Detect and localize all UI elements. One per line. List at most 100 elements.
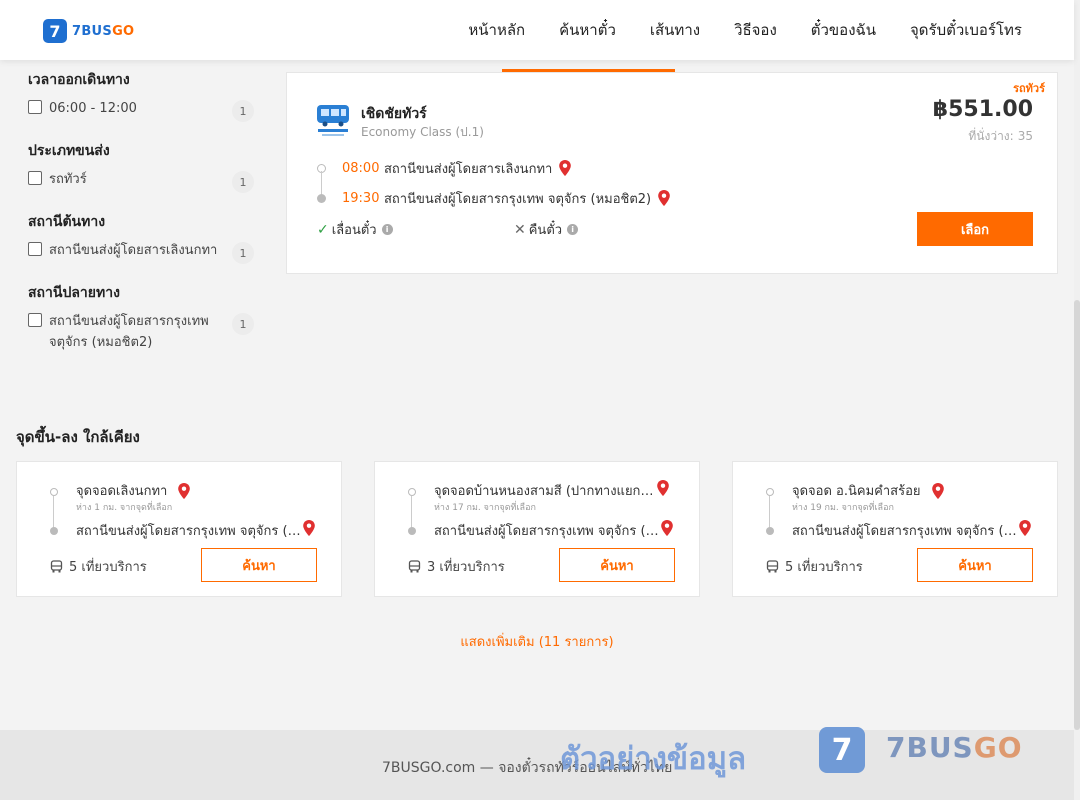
stop-dot: [766, 527, 774, 535]
nav-my-tickets[interactable]: ตั๋วของฉัน: [811, 18, 876, 42]
nearby-from-label: จุดจอดบ้านหนองสามสี (ปากทางแยกบ้านหนองสา…: [434, 484, 659, 499]
filter-sidebar: เวลาออกเดินทาง 06:00 - 12:00 1 ประเภทขนส…: [28, 66, 258, 371]
stop-connector: [769, 496, 770, 528]
x-icon: ✕: [514, 221, 526, 238]
filter-count-badge: 1: [232, 171, 254, 193]
filter-checkbox[interactable]: [28, 171, 42, 185]
map-pin-icon[interactable]: [302, 520, 316, 536]
filter-title: เวลาออกเดินทาง: [28, 72, 130, 88]
filter-transport-type: ประเภทขนส่ง รถทัวร์ 1: [28, 137, 258, 194]
filter-origin-station: สถานีต้นทาง สถานีขนส่งผู้โดยสารเลิงนกทา …: [28, 208, 258, 265]
nav-routes[interactable]: เส้นทาง: [650, 18, 700, 42]
nearby-from: จุดจอดเลิงนกทา: [76, 480, 326, 501]
filter-count-badge: 1: [232, 313, 254, 335]
operator-name: เชิดชัยทัวร์: [361, 106, 427, 122]
show-more-link[interactable]: แสดงเพิ่มเติม (11 รายการ): [0, 631, 1074, 652]
filter-option-label[interactable]: สถานีขนส่งผู้โดยสารเลิงนกทา: [49, 240, 219, 261]
nearby-from: จุดจอดบ้านหนองสามสี (ปากทางแยกบ้านหนองสา…: [434, 480, 684, 501]
filter-option-label[interactable]: สถานีขนส่งผู้โดยสารกรุงเทพ จตุจักร (หมอช…: [49, 311, 219, 353]
arrival-station: สถานีขนส่งผู้โดยสารกรุงเทพ จตุจักร (หมอช…: [384, 191, 652, 207]
info-icon[interactable]: i: [567, 224, 579, 235]
filter-option[interactable]: สถานีขนส่งผู้โดยสารกรุงเทพ จตุจักร (หมอช…: [28, 307, 258, 357]
nearby-from: จุดจอด อ.นิคมคำสร้อย: [792, 480, 1042, 501]
filter-checkbox[interactable]: [28, 242, 42, 256]
check-icon: ✓: [317, 221, 329, 238]
stop-connector: [53, 496, 54, 528]
filter-destination-station: สถานีปลายทาง สถานีขนส่งผู้โดยสารกรุงเทพ …: [28, 279, 258, 357]
bus-icon: [408, 560, 421, 573]
nearby-search-button[interactable]: ค้นหา: [917, 548, 1033, 582]
bus-icon: [50, 560, 63, 573]
nearby-card: จุดจอดเลิงนกทา ห่าง 1 กม. จากจุดที่เลือก…: [16, 461, 342, 597]
filter-title: สถานีต้นทาง: [28, 214, 106, 230]
scrollbar-thumb[interactable]: [1074, 300, 1080, 730]
stop-dot: [317, 193, 326, 203]
scrollbar[interactable]: [1074, 0, 1080, 800]
stop-dot: [408, 527, 416, 535]
filter-option[interactable]: สถานีขนส่งผู้โดยสารเลิงนกทา 1: [28, 236, 258, 265]
stop-dot: [50, 527, 58, 535]
filter-option-label[interactable]: รถทัวร์: [49, 169, 219, 190]
nearby-section-title: จุดขึ้น-ลง ใกล้เคียง: [16, 428, 140, 446]
bus-icon: [766, 560, 779, 573]
stop-dot: [766, 488, 774, 496]
nearby-trips-label: 5 เที่ยวบริการ: [69, 560, 147, 575]
watermark-logo-mark: 7: [819, 727, 865, 773]
nearby-card: จุดจอด อ.นิคมคำสร้อย ห่าง 19 กม. จากจุดท…: [732, 461, 1058, 597]
nearby-trips-label: 3 เที่ยวบริการ: [427, 560, 505, 575]
map-pin-icon[interactable]: [177, 482, 191, 499]
nearby-to-label: สถานีขนส่งผู้โดยสารกรุงเทพ จตุจักร (หมอช…: [434, 524, 659, 539]
filter-option[interactable]: 06:00 - 12:00 1: [28, 94, 258, 123]
filter-count-badge: 1: [232, 242, 254, 264]
map-pin-icon[interactable]: [656, 480, 670, 496]
trip-stops: 08:00 สถานีขนส่งผู้โดยสารเลิงนกทา 19:30 …: [317, 153, 671, 213]
map-pin-icon[interactable]: [558, 160, 572, 176]
trip-price: ฿551.00: [932, 97, 1033, 122]
sample-data-watermark: ตัวอย่างข้อมูล: [560, 741, 747, 777]
reschedule-policy[interactable]: ✓ เลื่อนตั๋ว i: [317, 219, 393, 240]
info-icon[interactable]: i: [381, 224, 393, 235]
seats-available: ที่นั่งว่าง: 35: [968, 129, 1033, 143]
watermark-brand: 7BUSGO: [886, 731, 1023, 764]
logo-text: 7BUSGO: [72, 23, 135, 39]
filter-checkbox[interactable]: [28, 100, 42, 114]
arrival-time: 19:30: [342, 190, 380, 206]
filter-option-label[interactable]: 06:00 - 12:00: [49, 98, 219, 119]
map-pin-icon[interactable]: [660, 520, 674, 536]
departure-station: สถานีขนส่งผู้โดยสารเลิงนกทา: [384, 161, 553, 177]
select-trip-button[interactable]: เลือก: [917, 212, 1033, 246]
refund-label: คืนตั๋ว: [528, 223, 563, 238]
nearby-trips-label: 5 เที่ยวบริการ: [785, 560, 863, 575]
bus-type-tag: รถทัวร์: [1013, 82, 1045, 95]
reschedule-label: เลื่อนตั๋ว: [331, 223, 377, 238]
nav-how-to-book[interactable]: วิธีจอง: [734, 18, 777, 42]
nearby-search-button[interactable]: ค้นหา: [559, 548, 675, 582]
operator-class: Economy Class (ป.1): [361, 125, 484, 139]
refund-policy[interactable]: ✕ คืนตั๋ว i: [514, 219, 579, 240]
nearby-trips: 3 เที่ยวบริการ: [408, 556, 505, 577]
map-pin-icon[interactable]: [1018, 520, 1032, 536]
nearby-distance: ห่าง 17 กม. จากจุดที่เลือก: [434, 503, 536, 513]
filter-checkbox[interactable]: [28, 313, 42, 327]
stop-dot: [50, 488, 58, 496]
top-header: 7 7BUSGO หน้าหลัก ค้นหาตั๋ว เส้นทาง วิธี…: [0, 0, 1074, 60]
stop-dot: [408, 488, 416, 496]
departure-time: 08:00: [342, 160, 380, 176]
map-pin-icon[interactable]: [657, 190, 671, 206]
filter-title: ประเภทขนส่ง: [28, 143, 110, 159]
trip-card: รถทัวร์ เชิดชัยทัวร์ Economy Class (ป.1)…: [286, 72, 1058, 274]
nearby-from-label: จุดจอดเลิงนกทา: [76, 484, 168, 499]
nearby-distance: ห่าง 1 กม. จากจุดที่เลือก: [76, 503, 173, 513]
filter-departure-time: เวลาออกเดินทาง 06:00 - 12:00 1: [28, 66, 258, 123]
nearby-card: จุดจอดบ้านหนองสามสี (ปากทางแยกบ้านหนองสา…: [374, 461, 700, 597]
filter-option[interactable]: รถทัวร์ 1: [28, 165, 258, 194]
nav-home[interactable]: หน้าหลัก: [468, 18, 525, 42]
site-logo[interactable]: 7 7BUSGO: [43, 19, 134, 43]
nearby-search-button[interactable]: ค้นหา: [201, 548, 317, 582]
logo-mark: 7: [43, 19, 67, 43]
arrival-stop: 19:30 สถานีขนส่งผู้โดยสารกรุงเทพ จตุจักร…: [317, 183, 671, 213]
nav-search-ticket[interactable]: ค้นหาตั๋ว: [559, 18, 616, 42]
map-pin-icon[interactable]: [931, 482, 945, 499]
nearby-to: สถานีขนส่งผู้โดยสารกรุงเทพ จตุจักร (หมอช…: [434, 520, 688, 541]
nav-pickup-points[interactable]: จุดรับตั๋วเบอร์โทร: [910, 18, 1022, 42]
